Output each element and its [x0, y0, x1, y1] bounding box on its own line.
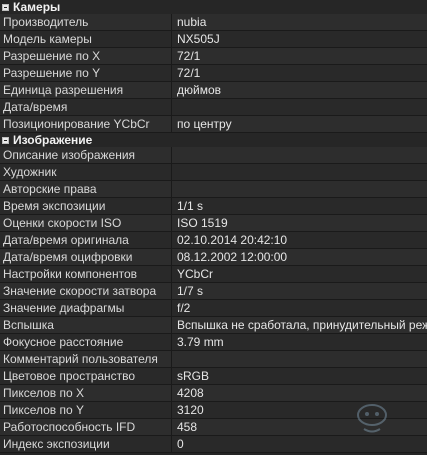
property-row[interactable]: Модель камеры NX505J [0, 31, 427, 48]
section-rows-camera: Производитель nubia Модель камеры NX505J… [0, 14, 427, 133]
property-value: YCbCr [177, 267, 214, 281]
property-value [172, 147, 427, 163]
exif-properties-panel: Камеры Производитель nubia Модель камеры… [0, 0, 427, 455]
watermark-logo-icon [357, 404, 387, 433]
property-name: Разрешение по X [0, 48, 172, 64]
property-name: Оценки скорости ISO [0, 215, 172, 231]
property-row[interactable]: Позиционирование YCbCr по центру [0, 116, 427, 133]
section-header-image[interactable]: Изображение [0, 133, 427, 147]
property-value [172, 181, 427, 197]
property-name: Работоспособность IFD [0, 419, 172, 435]
property-name: Описание изображения [0, 147, 172, 163]
property-name: Время экспозиции [0, 198, 172, 214]
property-name: Значение скорости затвора [0, 283, 172, 299]
property-value: 1/1 s [177, 199, 204, 213]
property-row[interactable]: Вспышка Вспышка не сработала, принудител… [0, 317, 427, 334]
property-value: дюймов [177, 83, 222, 97]
property-row[interactable]: Значение скорости затвора 1/7 s [0, 283, 427, 300]
property-name: Разрешение по Y [0, 65, 172, 81]
property-name: Производитель [0, 14, 172, 30]
property-name: Дата/время оцифровки [0, 249, 172, 265]
property-row[interactable]: Разрешение по Y 72/1 [0, 65, 427, 82]
property-row[interactable]: Пикселов по X 4208 [0, 385, 427, 402]
property-value [172, 99, 427, 115]
property-name: Единица разрешения [0, 82, 172, 98]
property-row[interactable]: Дата/время оцифровки 08.12.2002 12:00:00 [0, 249, 427, 266]
property-name: Модель камеры [0, 31, 172, 47]
property-row[interactable]: Единица разрешения дюймов [0, 82, 427, 99]
property-row[interactable]: Цветовое пространство sRGB [0, 368, 427, 385]
section-title: Изображение [13, 133, 93, 147]
property-row[interactable]: Время экспозиции 1/1 s [0, 198, 427, 215]
property-row[interactable]: Авторские права [0, 181, 427, 198]
section-header-camera[interactable]: Камеры [0, 0, 427, 14]
property-value: f/2 [177, 301, 191, 315]
property-name: Значение диафрагмы [0, 300, 172, 316]
property-name: Пикселов по X [0, 385, 172, 401]
property-name: Индекс экспозиции [0, 436, 172, 452]
property-name: Художник [0, 164, 172, 180]
property-value: Вспышка не сработала, принудительный реж… [177, 318, 427, 332]
property-name: Авторские права [0, 181, 172, 197]
property-value: ISO 1519 [177, 216, 228, 230]
property-row[interactable]: Значение диафрагмы f/2 [0, 300, 427, 317]
property-name: Дата/время оригинала [0, 232, 172, 248]
property-name: Комментарий пользователя [0, 351, 172, 367]
property-row[interactable]: Описание изображения [0, 147, 427, 164]
property-row[interactable]: Разрешение по X 72/1 [0, 48, 427, 65]
property-name: Позиционирование YCbCr [0, 116, 172, 132]
property-value: 72/1 [177, 49, 201, 63]
property-name: Дата/время [0, 99, 172, 115]
property-value: 1/7 s [177, 284, 204, 298]
property-row[interactable]: Производитель nubia [0, 14, 427, 31]
property-name: Настройки компонентов [0, 266, 172, 282]
property-value [172, 351, 427, 367]
property-row[interactable]: Дата/время оригинала 02.10.2014 20:42:10 [0, 232, 427, 249]
property-value: 72/1 [177, 66, 201, 80]
property-row[interactable]: Дата/время [0, 99, 427, 116]
collapse-icon[interactable] [2, 136, 9, 144]
property-name: Пикселов по Y [0, 402, 172, 418]
property-row[interactable]: Фокусное расстояние 3.79 mm [0, 334, 427, 351]
property-value: nubia [177, 15, 207, 29]
property-value: 3.79 mm [177, 335, 224, 349]
property-row[interactable]: Оценки скорости ISO ISO 1519 [0, 215, 427, 232]
collapse-icon[interactable] [2, 3, 9, 11]
property-row[interactable]: Комментарий пользователя [0, 351, 427, 368]
property-row[interactable]: Художник [0, 164, 427, 181]
section-title: Камеры [13, 0, 61, 14]
property-value [172, 164, 427, 180]
property-value: NX505J [177, 32, 220, 46]
property-name: Фокусное расстояние [0, 334, 172, 350]
property-value: sRGB [177, 369, 210, 383]
property-name: Вспышка [0, 317, 172, 333]
property-row[interactable]: Индекс экспозиции 0 [0, 436, 427, 453]
property-name: Цветовое пространство [0, 368, 172, 384]
property-row[interactable]: Настройки компонентов YCbCr [0, 266, 427, 283]
property-value: 02.10.2014 20:42:10 [177, 233, 288, 247]
property-value: по центру [177, 117, 232, 131]
property-value: 0 [177, 437, 184, 451]
property-value: 08.12.2002 12:00:00 [177, 250, 288, 264]
property-value: 4208 [177, 386, 204, 400]
